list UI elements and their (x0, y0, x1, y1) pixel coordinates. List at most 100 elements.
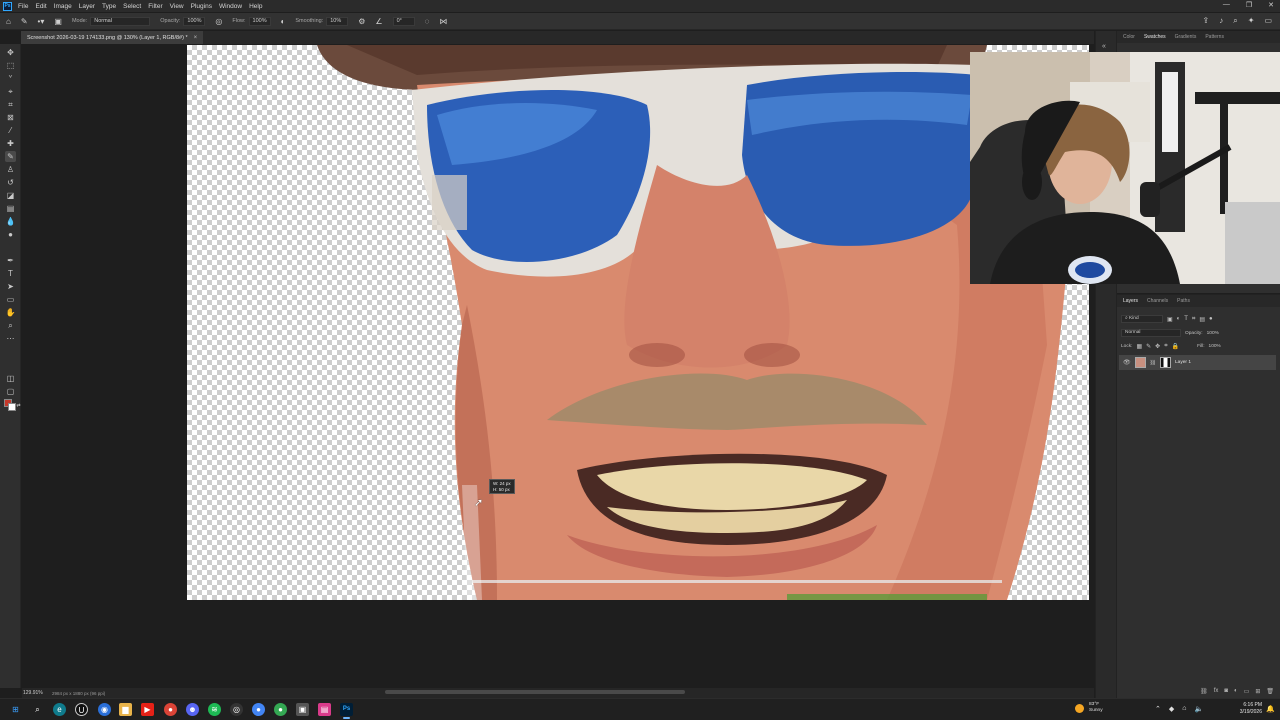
lock-position-icon[interactable]: ✥ (1155, 343, 1160, 350)
lock-all-icon[interactable]: 🔒 (1172, 343, 1179, 350)
brush-settings-icon[interactable]: ▣ (54, 17, 62, 26)
screen-mode-icon[interactable]: ▢ (5, 386, 16, 397)
tab-gradients[interactable]: Gradients (1175, 34, 1197, 40)
close-tab-icon[interactable]: × (194, 35, 198, 41)
lock-artboard-icon[interactable]: ⌗ (1164, 343, 1167, 350)
filter-toggle-icon[interactable]: ● (1209, 316, 1213, 322)
chrome-icon[interactable]: ● (164, 703, 177, 716)
object-select-tool-icon[interactable]: ⌖ (5, 86, 16, 97)
layer-filter-kind[interactable]: ⌕ Kind (1121, 315, 1163, 323)
collapse-panels-icon[interactable]: « (1102, 43, 1106, 50)
new-group-icon[interactable]: ▭ (1244, 688, 1250, 695)
menu-image[interactable]: Image (54, 3, 72, 10)
volume-icon[interactable]: 🔈 (1195, 705, 1204, 713)
brush-tool-icon[interactable]: ✎ (21, 17, 28, 26)
tab-color[interactable]: Color (1123, 34, 1135, 40)
search-icon[interactable]: ⌕ (31, 703, 44, 716)
weather-widget[interactable]: 83°F Sunny (1075, 702, 1103, 714)
filter-smart-object-icon[interactable]: ▤ (1199, 316, 1205, 323)
zoom-level[interactable]: 129.91% (22, 690, 52, 696)
quick-mask-icon[interactable]: ◫ (5, 373, 16, 384)
menu-plugins[interactable]: Plugins (191, 3, 212, 10)
menu-help[interactable]: Help (249, 3, 262, 10)
mode-dropdown[interactable]: Normal (90, 16, 151, 26)
discover-icon[interactable]: ✦ (1248, 16, 1255, 26)
canvas-area[interactable]: W: 24 px H: 50 px ➚ (22, 44, 1094, 688)
bell-icon[interactable]: ♪ (1219, 16, 1223, 26)
chrome-profile-2-icon[interactable]: ● (274, 703, 287, 716)
fill-value[interactable]: 100% (1209, 344, 1221, 349)
home-icon[interactable]: ⌂ (6, 17, 11, 26)
menu-view[interactable]: View (170, 3, 184, 10)
filter-shape-icon[interactable]: ⌗ (1192, 316, 1195, 323)
workspace-icon[interactable]: ▭ (1264, 16, 1272, 26)
horizontal-scrollbar[interactable] (385, 690, 685, 694)
filter-type-icon[interactable]: T (1184, 316, 1188, 322)
move-tool-icon[interactable]: ✥ (5, 47, 16, 58)
restore-icon[interactable]: ❐ (1246, 1, 1252, 9)
adjustment-layer-icon[interactable]: ◐ (1234, 688, 1238, 695)
photoshop-icon[interactable]: Ps (340, 703, 353, 719)
menu-file[interactable]: File (18, 3, 28, 10)
lock-transparent-icon[interactable]: ▦ (1136, 343, 1142, 350)
edge-icon[interactable]: e (53, 703, 66, 716)
pressure-size-icon[interactable]: ◌ (425, 17, 430, 26)
rectangle-tool-icon[interactable]: ▭ (5, 294, 16, 305)
marquee-tool-icon[interactable]: ⬚ (5, 60, 16, 71)
link-layers-icon[interactable]: ⛓ (1200, 688, 1208, 695)
flow-field[interactable]: 100% (248, 16, 271, 26)
document-info[interactable]: 2984 px x 1880 px (96 ppi) (52, 691, 105, 696)
minimize-icon[interactable]: — (1223, 1, 1230, 9)
clone-stamp-tool-icon[interactable]: ♙ (5, 164, 16, 175)
menu-layer[interactable]: Layer (79, 3, 95, 10)
angle-field[interactable]: 0° (392, 16, 415, 26)
path-selection-tool-icon[interactable]: ➤ (5, 281, 16, 292)
share-icon[interactable]: ⇪ (1203, 16, 1210, 26)
tab-layers[interactable]: Layers (1123, 298, 1138, 304)
dodge-tool-icon[interactable]: ● (5, 229, 16, 240)
filter-pixel-icon[interactable]: ▣ (1167, 316, 1173, 323)
brush-tool-icon[interactable]: ✎ (5, 151, 16, 162)
crop-tool-icon[interactable]: ⌗ (5, 99, 16, 110)
zoom-tool-icon[interactable]: ⌕ (5, 320, 16, 331)
close-icon[interactable]: ✕ (1268, 1, 1274, 9)
menu-window[interactable]: Window (219, 3, 242, 10)
history-brush-tool-icon[interactable]: ↺ (5, 177, 16, 188)
more-tools-icon[interactable]: ⋯ (5, 333, 16, 344)
tab-patterns[interactable]: Patterns (1205, 34, 1224, 40)
hand-tool-icon[interactable]: ✋ (5, 307, 16, 318)
search-icon[interactable]: ⌕ (1233, 16, 1237, 26)
network-icon[interactable]: ⌂ (1182, 705, 1186, 713)
layer-opacity-value[interactable]: 100% (1207, 331, 1219, 336)
brush-preset-icon[interactable]: •▾ (38, 17, 45, 26)
unreal-icon[interactable]: U (75, 703, 88, 716)
chevron-up-icon[interactable]: ⌃ (1155, 705, 1161, 713)
frame-tool-icon[interactable]: ⊠ (5, 112, 16, 123)
smoothing-settings-gear-icon[interactable]: ⚙ (358, 17, 365, 26)
app-icon[interactable]: ▣ (296, 703, 309, 716)
smoothing-field[interactable]: 10% (326, 16, 349, 26)
menu-filter[interactable]: Filter (148, 3, 162, 10)
type-tool-icon[interactable]: T (5, 268, 16, 279)
pressure-opacity-icon[interactable]: ◎ (215, 17, 222, 26)
taskbar-clock[interactable]: 6:16 PM 3/19/2026 (1232, 702, 1262, 716)
add-mask-icon[interactable]: ◙ (1224, 688, 1228, 695)
blur-tool-icon[interactable]: 💧 (5, 216, 16, 227)
lock-image-icon[interactable]: ✎ (1146, 343, 1151, 350)
mask-link-icon[interactable]: ⛓ (1150, 360, 1156, 366)
layer-mask-thumbnail[interactable] (1159, 357, 1171, 368)
tab-swatches[interactable]: Swatches (1144, 34, 1166, 40)
layer-style-icon[interactable]: fx (1214, 688, 1219, 695)
layer-name[interactable]: Layer 1 (1175, 360, 1191, 365)
chrome-profile-icon[interactable]: ● (252, 703, 265, 716)
tab-paths[interactable]: Paths (1177, 298, 1190, 304)
layer-visibility-eye-icon[interactable]: 👁 (1123, 359, 1131, 366)
new-layer-icon[interactable]: ⊞ (1255, 688, 1260, 695)
filter-adjustment-icon[interactable]: ◐ (1177, 316, 1181, 322)
spotify-icon[interactable]: ≋ (208, 703, 221, 716)
airbrush-icon[interactable]: ◐ (281, 17, 286, 26)
gradient-tool-icon[interactable]: ▤ (5, 203, 16, 214)
symmetry-icon[interactable]: ⋈ (439, 17, 447, 26)
firefox-icon[interactable]: ◉ (98, 703, 111, 716)
delete-layer-icon[interactable]: 🗑 (1266, 688, 1274, 695)
